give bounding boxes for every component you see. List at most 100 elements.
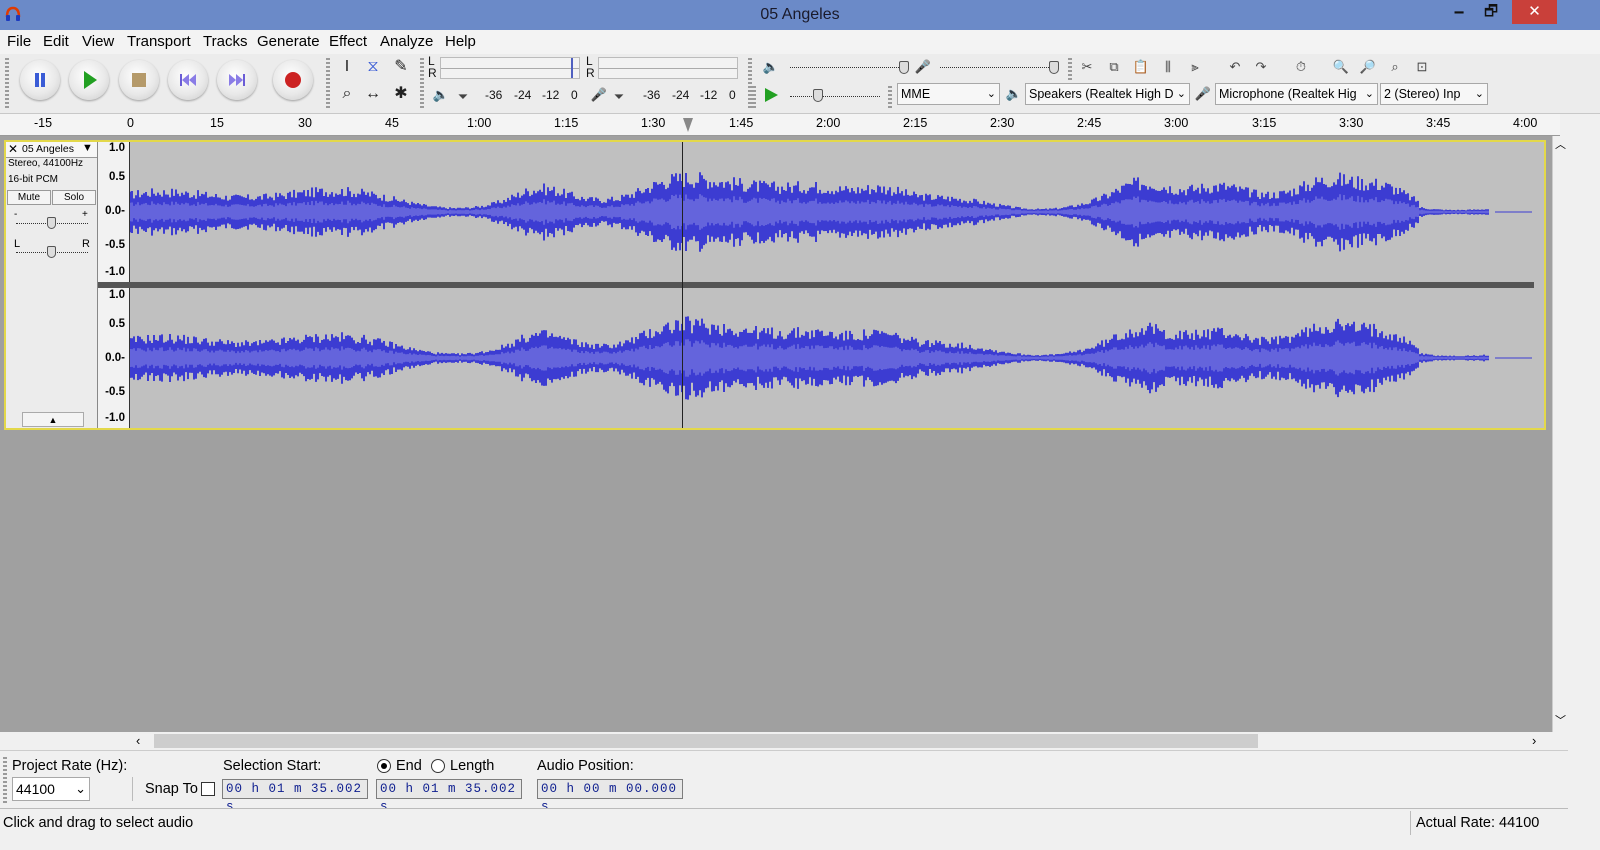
restore-button[interactable]: 🗗	[1480, 0, 1502, 24]
snap-to-label: Snap To	[145, 781, 198, 797]
snap-to-checkbox[interactable]	[201, 782, 215, 796]
output-volume-slider[interactable]	[790, 67, 905, 68]
playhead-marker-icon[interactable]	[683, 118, 693, 132]
slider-thumb[interactable]	[1049, 61, 1059, 74]
skip-to-start-button[interactable]	[168, 60, 208, 100]
zoom-in-icon[interactable]: 🔍	[1330, 56, 1352, 78]
timeshift-tool-icon[interactable]: ↔	[362, 83, 384, 105]
playback-meter[interactable]	[440, 57, 580, 79]
multi-tool-icon[interactable]: ✱	[390, 83, 412, 105]
slider-thumb[interactable]	[47, 217, 56, 229]
fit-selection-icon[interactable]: ⌕	[1384, 56, 1406, 78]
selection-end-field[interactable]: 00 h 01 m 35.002 s	[376, 779, 522, 814]
toolbar-grip[interactable]	[1068, 58, 1072, 80]
waveform-left-channel[interactable]	[130, 142, 1532, 282]
input-volume-slider[interactable]	[940, 67, 1055, 68]
record-meter-menu-icon[interactable]: ⏷	[608, 86, 630, 108]
toolbar-grip[interactable]	[420, 58, 424, 110]
paste-icon[interactable]: 📋	[1130, 56, 1152, 78]
toolbar-grip[interactable]	[888, 86, 892, 108]
minimize-button[interactable]: 🗕	[1448, 0, 1470, 24]
meter-tick: -12	[700, 88, 718, 102]
ruler-tick: 1:30	[641, 116, 666, 130]
ruler-tick: 3:30	[1339, 116, 1364, 130]
scroll-thumb[interactable]	[154, 734, 1258, 748]
toolbar-grip[interactable]	[752, 86, 756, 108]
menu-view[interactable]: View	[82, 33, 114, 50]
ruler-tick: 45	[385, 116, 399, 130]
toolbar-grip[interactable]	[5, 58, 9, 110]
scale-label: -1.0	[105, 266, 125, 278]
envelope-tool-icon[interactable]: ⧖	[362, 56, 384, 78]
channel-1-scale[interactable]: 1.0 0.5 0.0- -0.5 -1.0	[98, 142, 130, 282]
scroll-up-icon[interactable]: ︿	[1555, 136, 1566, 152]
skip-to-end-button[interactable]	[217, 60, 257, 100]
timeline-ruler[interactable]: -15 0 15 30 45 1:00 1:15 1:30 1:45 2:00 …	[0, 114, 1560, 136]
sync-lock-icon[interactable]: ⏱	[1290, 56, 1312, 78]
horizontal-scrollbar[interactable]: ‹ ›	[136, 732, 1552, 750]
record-button[interactable]	[273, 60, 313, 100]
selection-tool-icon[interactable]: I	[336, 56, 358, 78]
menu-effect[interactable]: Effect	[329, 33, 367, 50]
meter-tick: -24	[514, 88, 532, 102]
copy-icon[interactable]: ⧉	[1103, 56, 1125, 78]
ruler-tick: 2:15	[903, 116, 928, 130]
track-menu-icon[interactable]: ▼	[82, 142, 93, 154]
menu-file[interactable]: File	[7, 33, 31, 50]
slider-thumb[interactable]	[899, 61, 909, 74]
menu-generate[interactable]: Generate	[257, 33, 320, 50]
redo-icon[interactable]: ↷	[1250, 56, 1272, 78]
menu-help[interactable]: Help	[445, 33, 476, 50]
speed-slider[interactable]	[790, 96, 880, 97]
mute-button[interactable]: Mute	[7, 190, 51, 205]
slider-thumb[interactable]	[47, 246, 56, 258]
close-track-icon[interactable]: ✕	[8, 142, 18, 156]
collapse-track-icon[interactable]: ▲	[22, 412, 84, 427]
input-channels-select[interactable]: 2 (Stereo) Inp ⌄	[1380, 83, 1488, 105]
cut-icon[interactable]: ✂	[1076, 56, 1098, 78]
play-button[interactable]	[69, 60, 109, 100]
ruler-tick: 1:45	[729, 116, 754, 130]
draw-tool-icon[interactable]: ✎	[390, 56, 412, 78]
toolbar-area: I ⧖ ✎ ⌕ ↔ ✱ L R L R 🔈 ⏷ -36 -24 -12 0 🎤 …	[0, 54, 1600, 114]
record-meter[interactable]	[598, 57, 738, 79]
scroll-down-icon[interactable]: ﹀	[1555, 712, 1566, 728]
selection-start-field[interactable]: 00 h 01 m 35.002 s	[222, 779, 368, 814]
length-radio[interactable]	[431, 759, 445, 773]
close-button[interactable]: ✕	[1512, 0, 1557, 24]
menu-edit[interactable]: Edit	[43, 33, 69, 50]
input-device-select[interactable]: Microphone (Realtek Hig ⌄	[1215, 83, 1378, 105]
output-device-select[interactable]: Speakers (Realtek High D ⌄	[1025, 83, 1190, 105]
undo-icon[interactable]: ↶	[1224, 56, 1246, 78]
silence-icon[interactable]: ⫸	[1184, 56, 1206, 78]
vertical-scrollbar[interactable]: ︿ ﹀	[1552, 136, 1568, 732]
audio-host-select[interactable]: MME ⌄	[897, 83, 1000, 105]
scroll-left-icon[interactable]: ‹	[136, 733, 140, 748]
fit-project-icon[interactable]: ⊡	[1411, 56, 1433, 78]
toolbar-grip[interactable]	[326, 58, 330, 110]
status-message: Click and drag to select audio	[3, 815, 194, 831]
solo-button[interactable]: Solo	[52, 190, 96, 205]
zoom-tool-icon[interactable]: ⌕	[336, 83, 358, 105]
end-radio[interactable]	[377, 759, 391, 773]
menu-transport[interactable]: Transport	[127, 33, 191, 50]
zoom-out-icon[interactable]: 🔎	[1357, 56, 1379, 78]
audio-position-field[interactable]: 00 h 00 m 00.000 s	[537, 779, 683, 814]
channel-2-scale[interactable]: 1.0 0.5 0.0- -0.5 -1.0	[98, 288, 130, 428]
project-rate-select[interactable]: 44100 ⌄	[12, 777, 90, 801]
menu-tracks[interactable]: Tracks	[203, 33, 247, 50]
playback-meter-menu-icon[interactable]: ⏷	[452, 86, 474, 108]
selection-start-label: Selection Start:	[223, 758, 322, 774]
track-name-bar[interactable]: ✕ 05 Angeles ▼	[6, 142, 97, 158]
pause-button[interactable]	[20, 60, 60, 100]
end-label: End	[396, 758, 422, 774]
scroll-right-icon[interactable]: ›	[1532, 733, 1536, 748]
ruler-tick: 1:00	[467, 116, 492, 130]
trim-icon[interactable]: ⫼	[1157, 56, 1179, 78]
play-at-speed-icon[interactable]	[762, 86, 780, 104]
toolbar-grip[interactable]	[3, 757, 7, 803]
slider-thumb[interactable]	[813, 89, 823, 102]
stop-button[interactable]	[119, 60, 159, 100]
menu-analyze[interactable]: Analyze	[380, 33, 433, 50]
waveform-right-channel[interactable]	[130, 288, 1532, 428]
